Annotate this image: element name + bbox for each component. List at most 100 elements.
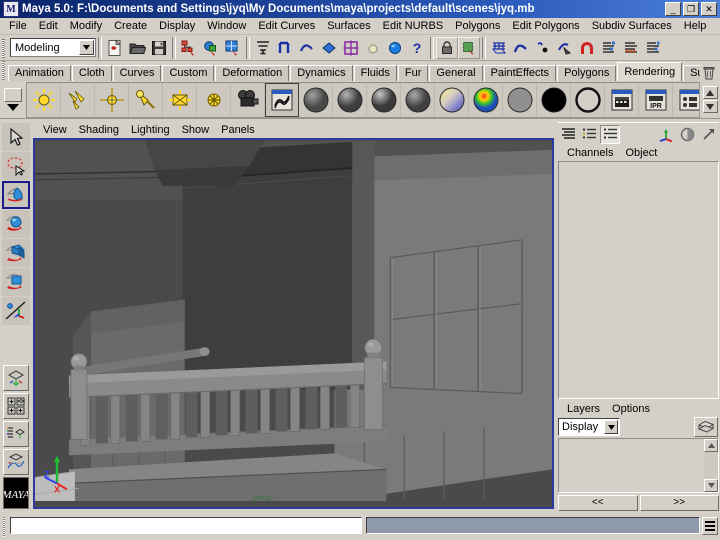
construction-plane-icon[interactable] (340, 36, 362, 59)
shelf-grip[interactable] (0, 59, 8, 81)
open-scene-icon[interactable] (126, 36, 148, 59)
channel-box-layout-icon[interactable] (558, 124, 578, 144)
single-perspective-layout[interactable] (3, 365, 29, 391)
shelf-tab-dynamics[interactable]: Dynamics (290, 65, 353, 81)
snap-points-icon[interactable] (274, 36, 296, 59)
select-component-icon[interactable] (222, 36, 244, 59)
layer-next-button[interactable]: >> (639, 495, 719, 511)
minimize-button[interactable]: _ (665, 2, 681, 16)
view-plane-snap-icon[interactable] (554, 36, 576, 59)
layer-list-scrollbar[interactable] (704, 439, 718, 492)
render-current-frame-icon[interactable] (605, 82, 639, 117)
select-tool[interactable] (2, 123, 30, 151)
menu-polygons[interactable]: Polygons (449, 19, 506, 33)
sphere-render-icon[interactable] (384, 36, 406, 59)
menu-set-dropdown[interactable]: Modeling (10, 38, 96, 57)
shelf-options-button[interactable] (0, 82, 26, 118)
shelf-tab-animation[interactable]: Animation (8, 65, 71, 81)
shelf-tab-polygons[interactable]: Polygons (557, 65, 617, 81)
four-view-layout[interactable] (3, 393, 29, 419)
layer-mode-dropdown[interactable]: Display (558, 418, 620, 436)
lambert-material-icon[interactable] (299, 82, 333, 117)
shelf-tab-fluids[interactable]: Fluids (353, 65, 397, 81)
ramp-shader-icon[interactable] (469, 82, 503, 117)
snap-planes-icon[interactable] (318, 36, 340, 59)
menu-subdiv-surfaces[interactable]: Subdiv Surfaces (586, 19, 678, 33)
menu-display[interactable]: Display (153, 19, 201, 33)
menu-window[interactable]: Window (201, 19, 252, 33)
layer-scroll-up-button[interactable] (704, 439, 718, 452)
viewport-menu-lighting[interactable]: Lighting (125, 124, 176, 136)
layer-prev-button[interactable]: << (558, 495, 638, 511)
shelf-tab-general[interactable]: General (429, 65, 483, 81)
spot-light-icon[interactable] (129, 82, 163, 117)
shelf-tab-cloth[interactable]: Cloth (71, 65, 112, 81)
universal-manipulator-tool[interactable] (2, 297, 30, 325)
chevron-down-icon[interactable] (79, 40, 94, 55)
snap-grids-icon[interactable] (252, 36, 274, 59)
channel-box-menu-object[interactable]: Object (619, 147, 663, 159)
save-scene-icon[interactable] (148, 36, 170, 59)
layered-shader-icon[interactable] (571, 82, 605, 117)
channel-box-icon[interactable] (620, 36, 642, 59)
grid-icon[interactable] (488, 36, 510, 59)
highlight-selection-icon[interactable] (458, 36, 480, 59)
shelf-tab-deformation[interactable]: Deformation (215, 65, 290, 81)
phong-e-material-icon[interactable] (401, 82, 435, 117)
script-editor-icon[interactable] (702, 516, 718, 535)
anisotropic-material-icon[interactable] (435, 82, 469, 117)
paint-select-tool[interactable] (2, 181, 30, 209)
directional-light-icon[interactable] (61, 82, 95, 117)
menu-edit-nurbs[interactable]: Edit NURBS (377, 19, 450, 33)
camera-icon[interactable] (231, 82, 265, 117)
menu-surfaces[interactable]: Surfaces (321, 19, 376, 33)
shelf-tab-custom[interactable]: Custom (162, 65, 215, 81)
layer-scroll-down-button[interactable] (704, 479, 718, 492)
snap-curves-icon[interactable] (296, 36, 318, 59)
menu-create[interactable]: Create (108, 19, 153, 33)
restore-button[interactable]: ❐ (683, 2, 699, 16)
magnet-icon[interactable] (576, 36, 598, 59)
move-tool[interactable] (2, 210, 30, 238)
select-hierarchy-icon[interactable] (178, 36, 200, 59)
area-light-icon[interactable] (163, 82, 197, 117)
viewport-menu-shading[interactable]: Shading (73, 124, 125, 136)
expand-panel-icon[interactable] (698, 124, 718, 144)
viewport-menu-show[interactable]: Show (176, 124, 216, 136)
layer-menu-layers[interactable]: Layers (561, 403, 606, 415)
surface-shader-icon[interactable] (503, 82, 537, 117)
attribute-editor-icon[interactable] (598, 36, 620, 59)
layer-list[interactable] (558, 438, 719, 493)
manipulator-icon[interactable] (656, 124, 676, 144)
new-scene-icon[interactable] (104, 36, 126, 59)
blinn-material-icon[interactable] (333, 82, 367, 117)
menu-help[interactable]: Help (678, 19, 713, 33)
shelf-tab-curves[interactable]: Curves (112, 65, 162, 81)
select-object-icon[interactable] (200, 36, 222, 59)
help-icon[interactable]: ? (406, 36, 428, 59)
shelf-scroll-down-button[interactable] (702, 100, 718, 113)
hypershade-icon[interactable] (265, 82, 299, 117)
toolbar-grip[interactable] (0, 36, 8, 59)
viewport-menu-panels[interactable]: Panels (215, 124, 261, 136)
phong-material-icon[interactable] (367, 82, 401, 117)
use-background-icon[interactable] (537, 82, 571, 117)
ipr-render-icon[interactable]: IPR (639, 82, 673, 117)
lock-icon[interactable] (436, 36, 458, 59)
persp-graph-layout[interactable] (3, 449, 29, 475)
menu-modify[interactable]: Modify (64, 19, 108, 33)
channel-box-body[interactable] (558, 161, 719, 399)
command-line-grip[interactable] (0, 514, 10, 538)
command-input[interactable] (10, 517, 362, 534)
close-button[interactable]: ✕ (701, 2, 717, 16)
shelf-tab-painteffects[interactable]: PaintEffects (483, 65, 557, 81)
trash-icon[interactable] (700, 63, 718, 81)
point-snap-icon[interactable] (532, 36, 554, 59)
perspective-viewport[interactable]: Z X persp (33, 138, 554, 509)
menu-edit-curves[interactable]: Edit Curves (252, 19, 321, 33)
menu-edit-polygons[interactable]: Edit Polygons (506, 19, 585, 33)
lasso-select-tool[interactable] (2, 152, 30, 180)
ambient-light-icon[interactable] (27, 82, 61, 117)
channel-layer-icon[interactable] (600, 124, 620, 144)
menu-edit[interactable]: Edit (33, 19, 64, 33)
